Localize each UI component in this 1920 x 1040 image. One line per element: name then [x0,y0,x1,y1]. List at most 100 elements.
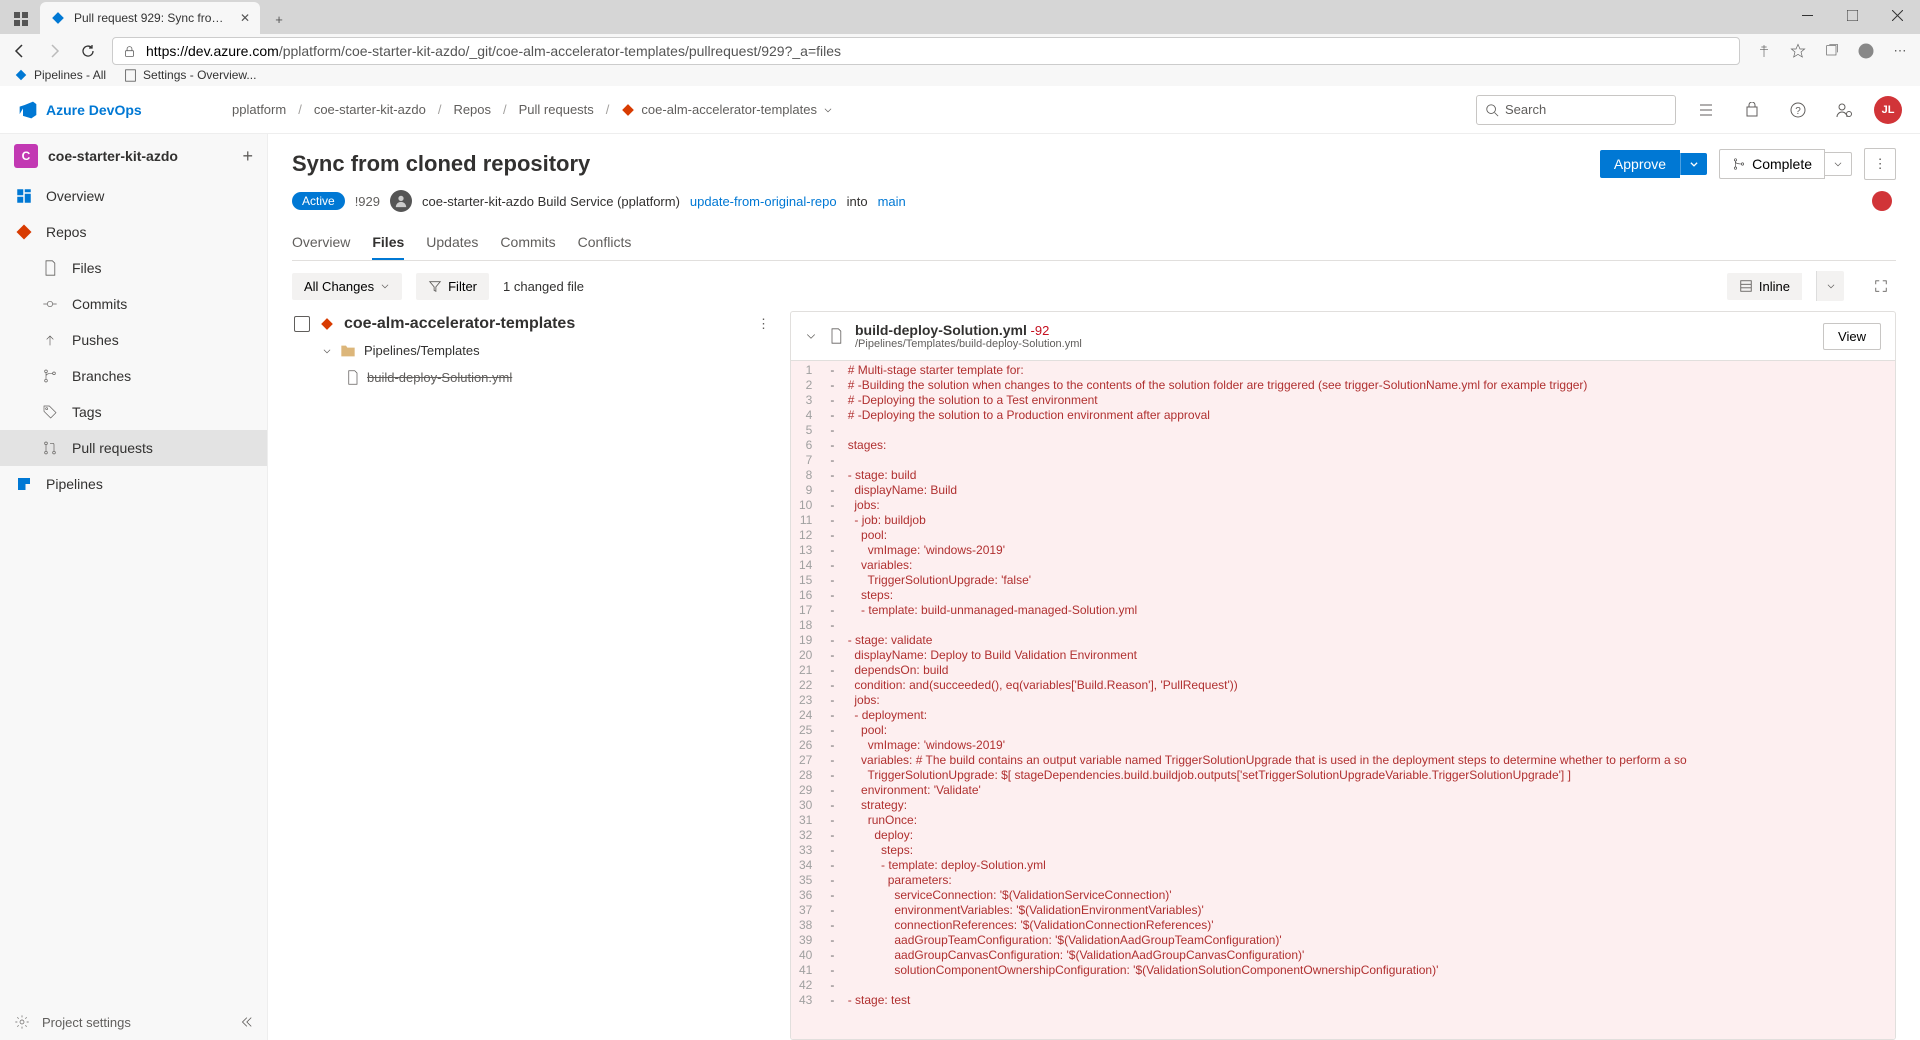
user-avatar[interactable]: JL [1874,96,1902,124]
sidebar-item-pushes[interactable]: Pushes [0,322,267,358]
code-line: - - template: build-unmanaged-managed-So… [820,603,1895,618]
tree-folder[interactable]: Pipelines/Templates [292,337,772,364]
url-host: https://dev.azure.com [146,43,279,59]
code-line: - - stage: validate [820,633,1895,648]
breadcrumb-repo[interactable]: coe-alm-accelerator-templates [621,102,833,117]
sidebar-item-label: Overview [46,188,104,204]
tab-files[interactable]: Files [372,226,404,260]
code-line: - [820,618,1895,633]
code-line: - pool: [820,528,1895,543]
sidebar-item-files[interactable]: Files [0,250,267,286]
sidebar-item-overview[interactable]: Overview [0,178,267,214]
code-line: - environment: 'Validate' [820,783,1895,798]
code-line: - aadGroupCanvasConfiguration: '$(Valida… [820,948,1895,963]
user-settings-icon[interactable] [1828,94,1860,126]
view-file-button[interactable]: View [1823,323,1881,350]
code-line: - pool: [820,723,1895,738]
bookmark-icon [124,69,137,82]
code-line: - [820,423,1895,438]
all-changes-dropdown[interactable]: All Changes [292,273,402,300]
tab-close-icon[interactable]: ✕ [240,11,250,25]
approve-dropdown[interactable] [1680,153,1707,175]
sidebar-item-commits[interactable]: Commits [0,286,267,322]
repos-icon [14,222,34,242]
filter-button[interactable]: Filter [416,273,489,300]
collapse-file-icon[interactable] [805,330,817,342]
bookmark-settings[interactable]: Settings - Overview... [124,68,256,82]
reviewer-avatar[interactable] [1872,191,1892,211]
tree-checkbox[interactable] [294,316,310,332]
sidebar-item-label: Commits [72,296,127,312]
list-icon[interactable] [1690,94,1722,126]
merge-icon [1732,157,1746,171]
search-input[interactable]: Search [1476,95,1676,125]
breadcrumb-item[interactable]: pplatform [232,102,286,117]
target-branch-link[interactable]: main [878,194,906,209]
tab-overview[interactable]: Overview [292,226,350,260]
sidebar-item-repos[interactable]: Repos [0,214,267,250]
tab-updates[interactable]: Updates [426,226,478,260]
window-minimize[interactable] [1785,0,1830,30]
fullscreen-button[interactable] [1866,271,1896,301]
azdo-header: Azure DevOps pplatform/ coe-starter-kit-… [0,86,1920,134]
sidebar-item-branches[interactable]: Branches [0,358,267,394]
breadcrumb-item[interactable]: Pull requests [519,102,594,117]
author-avatar-icon [390,190,412,212]
bookmark-icon [14,68,28,82]
complete-button[interactable]: Complete [1719,149,1825,179]
project-badge: C [14,144,38,168]
code-line: - displayName: Deploy to Build Validatio… [820,648,1895,663]
collections-icon[interactable] [1822,41,1842,61]
code-line: - aadGroupTeamConfiguration: '$(Validati… [820,933,1895,948]
new-tab-button[interactable]: + [264,4,294,34]
tags-icon [40,402,60,422]
window-maximize[interactable] [1830,0,1875,30]
nav-back-icon[interactable] [10,41,30,61]
project-add-button[interactable]: + [242,146,253,167]
sidebar-item-tags[interactable]: Tags [0,394,267,430]
breadcrumb-item[interactable]: Repos [453,102,491,117]
more-actions-button[interactable]: ⋮ [1864,148,1896,180]
tab-commits[interactable]: Commits [500,226,555,260]
tab-favicon [50,10,66,26]
file-tree-panel: coe-alm-accelerator-templates ⋮ Pipeline… [292,311,772,1040]
view-mode-dropdown[interactable] [1816,271,1844,301]
complete-dropdown[interactable] [1825,152,1852,176]
bookmark-pipelines[interactable]: Pipelines - All [14,68,106,82]
author-name: coe-starter-kit-azdo Build Service (ppla… [422,194,680,209]
inline-view-button[interactable]: Inline [1727,273,1802,300]
approve-button[interactable]: Approve [1600,150,1680,178]
diff-file-path: /Pipelines/Templates/build-deploy-Soluti… [855,338,1082,350]
sidebar-item-pipelines[interactable]: Pipelines [0,466,267,502]
tree-repo-name[interactable]: coe-alm-accelerator-templates [344,315,747,333]
profile-icon[interactable] [1856,41,1876,61]
read-aloud-icon[interactable] [1754,41,1774,61]
address-bar[interactable]: https://dev.azure.com/pplatform/coe-star… [112,37,1740,65]
browser-more-icon[interactable]: ⋯ [1890,41,1910,61]
tab-conflicts[interactable]: Conflicts [578,226,632,260]
browser-tab[interactable]: Pull request 929: Sync from clone ✕ [40,2,260,34]
code-line: - jobs: [820,693,1895,708]
code-line: - jobs: [820,498,1895,513]
files-icon [40,258,60,278]
nav-refresh-icon[interactable] [78,41,98,61]
tree-file[interactable]: build-deploy-Solution.yml [292,364,772,391]
project-name[interactable]: coe-starter-kit-azdo [48,148,232,164]
sidebar-item-pull-requests[interactable]: Pull requests [0,430,267,466]
nav-forward-icon [44,41,64,61]
azdo-logo[interactable]: Azure DevOps [18,100,218,120]
code-viewer[interactable]: 1234567891011121314151617181920212223242… [791,361,1895,1039]
tree-more-icon[interactable]: ⋮ [757,316,770,332]
edge-menu-icon[interactable] [6,4,36,34]
project-settings-link[interactable]: Project settings [42,1015,131,1030]
source-branch-link[interactable]: update-from-original-repo [690,194,837,209]
browser-chrome: Pull request 929: Sync from clone ✕ + ht… [0,0,1920,86]
window-close[interactable] [1875,0,1920,30]
shopping-bag-icon[interactable] [1736,94,1768,126]
favorites-icon[interactable] [1788,41,1808,61]
sidebar: C coe-starter-kit-azdo + Overview ReposFi… [0,134,268,1040]
breadcrumb-item[interactable]: coe-starter-kit-azdo [314,102,426,117]
collapse-sidebar-icon[interactable] [239,1015,253,1029]
help-icon[interactable]: ? [1782,94,1814,126]
branches-icon [40,366,60,386]
